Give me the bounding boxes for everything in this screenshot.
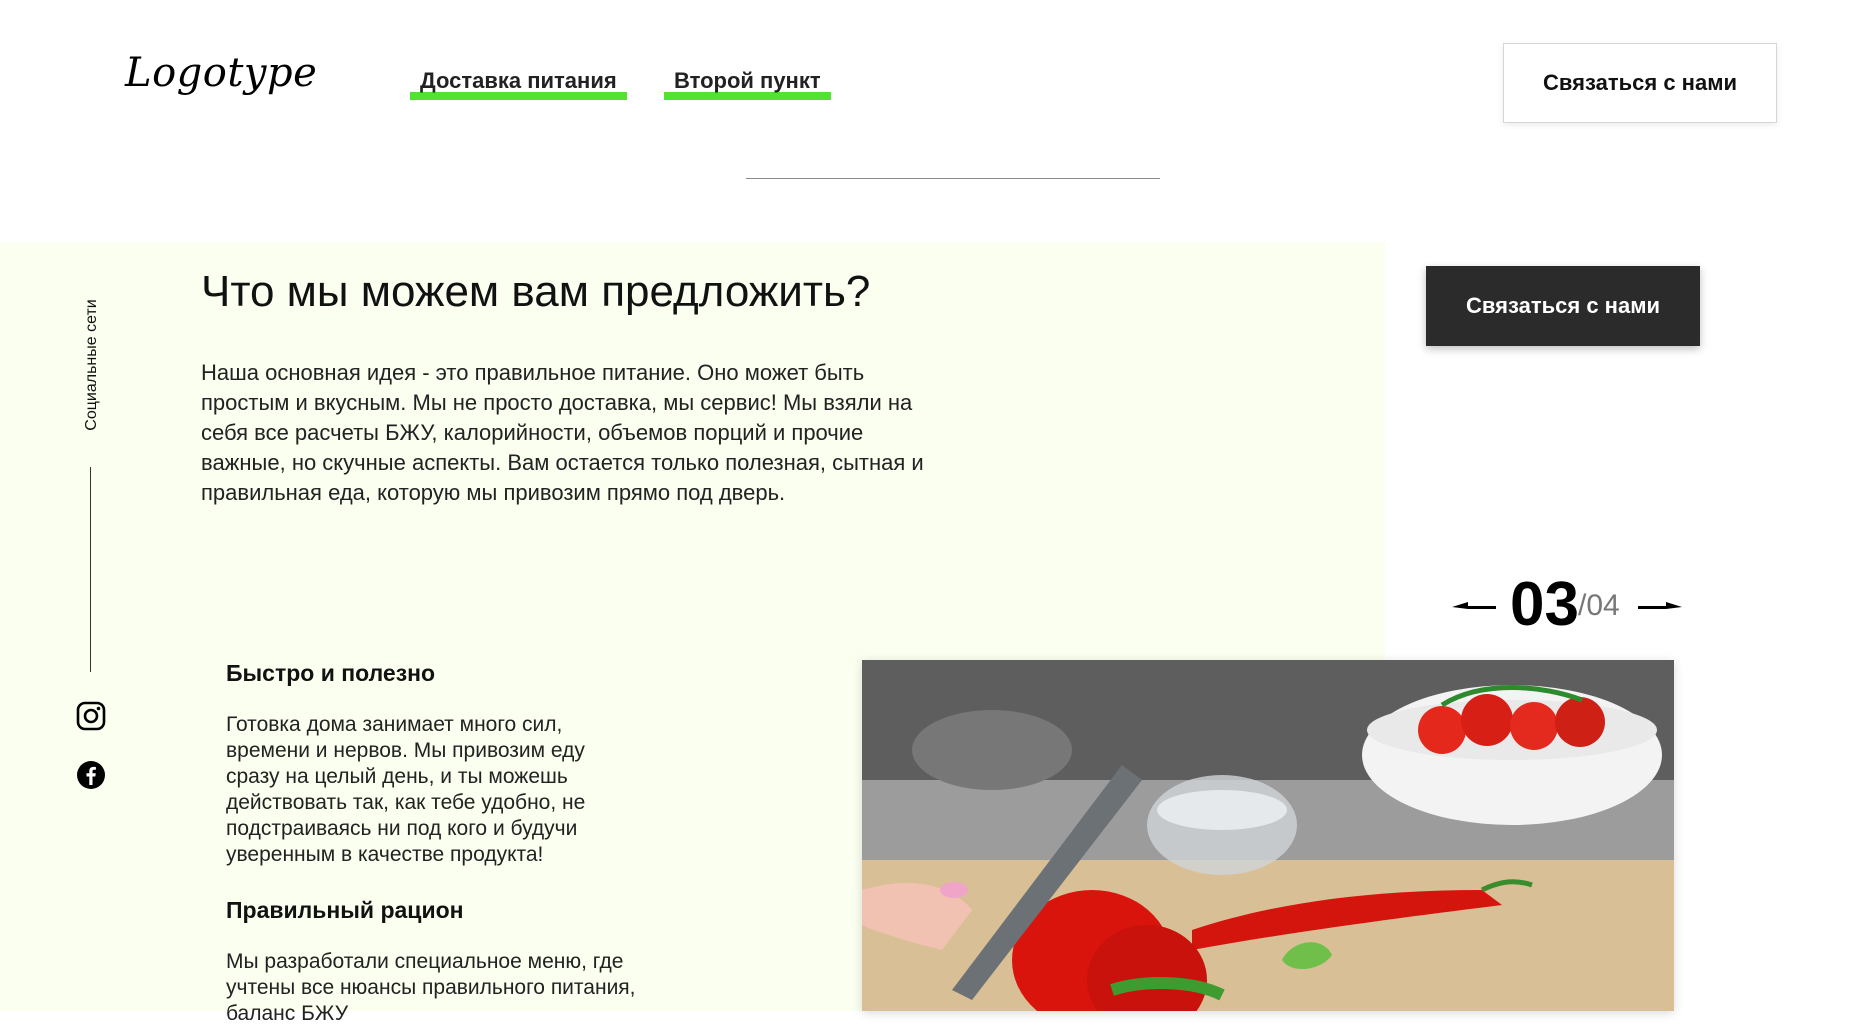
feature-title: Быстро и полезно [226, 660, 436, 686]
nav-link-second[interactable]: Второй пункт [664, 68, 831, 100]
section-contact-button[interactable]: Связаться с нами [1426, 266, 1700, 346]
social-divider [90, 467, 91, 672]
feature-text: Готовка дома занимает много сил, времени… [226, 713, 586, 866]
slide-total: /04 [1578, 589, 1620, 622]
section-intro: Наша основная идея - это правильное пита… [201, 360, 924, 505]
logo[interactable]: Logotype [125, 50, 317, 96]
instagram-icon[interactable] [75, 700, 107, 732]
section-title: Что мы можем вам предложить? [201, 267, 871, 316]
feature-text: Мы разработали специальное меню, где учт… [226, 950, 636, 1025]
slide-counter: 03 /04 [1450, 570, 1690, 640]
facebook-icon[interactable] [75, 759, 107, 791]
arrow-left-icon[interactable] [1450, 598, 1498, 616]
nav-link-delivery[interactable]: Доставка питания [410, 68, 627, 100]
contact-button[interactable]: Связаться с нами [1503, 43, 1777, 123]
social-label: Социальные сети [83, 299, 100, 431]
header-divider [746, 178, 1160, 179]
food-photo [862, 660, 1674, 1011]
arrow-right-icon[interactable] [1636, 598, 1684, 616]
slide-current: 03 [1510, 570, 1579, 639]
feature-title: Правильный рацион [226, 897, 464, 923]
site-header: Logotype Доставка питания Второй пункт С… [0, 0, 1875, 240]
